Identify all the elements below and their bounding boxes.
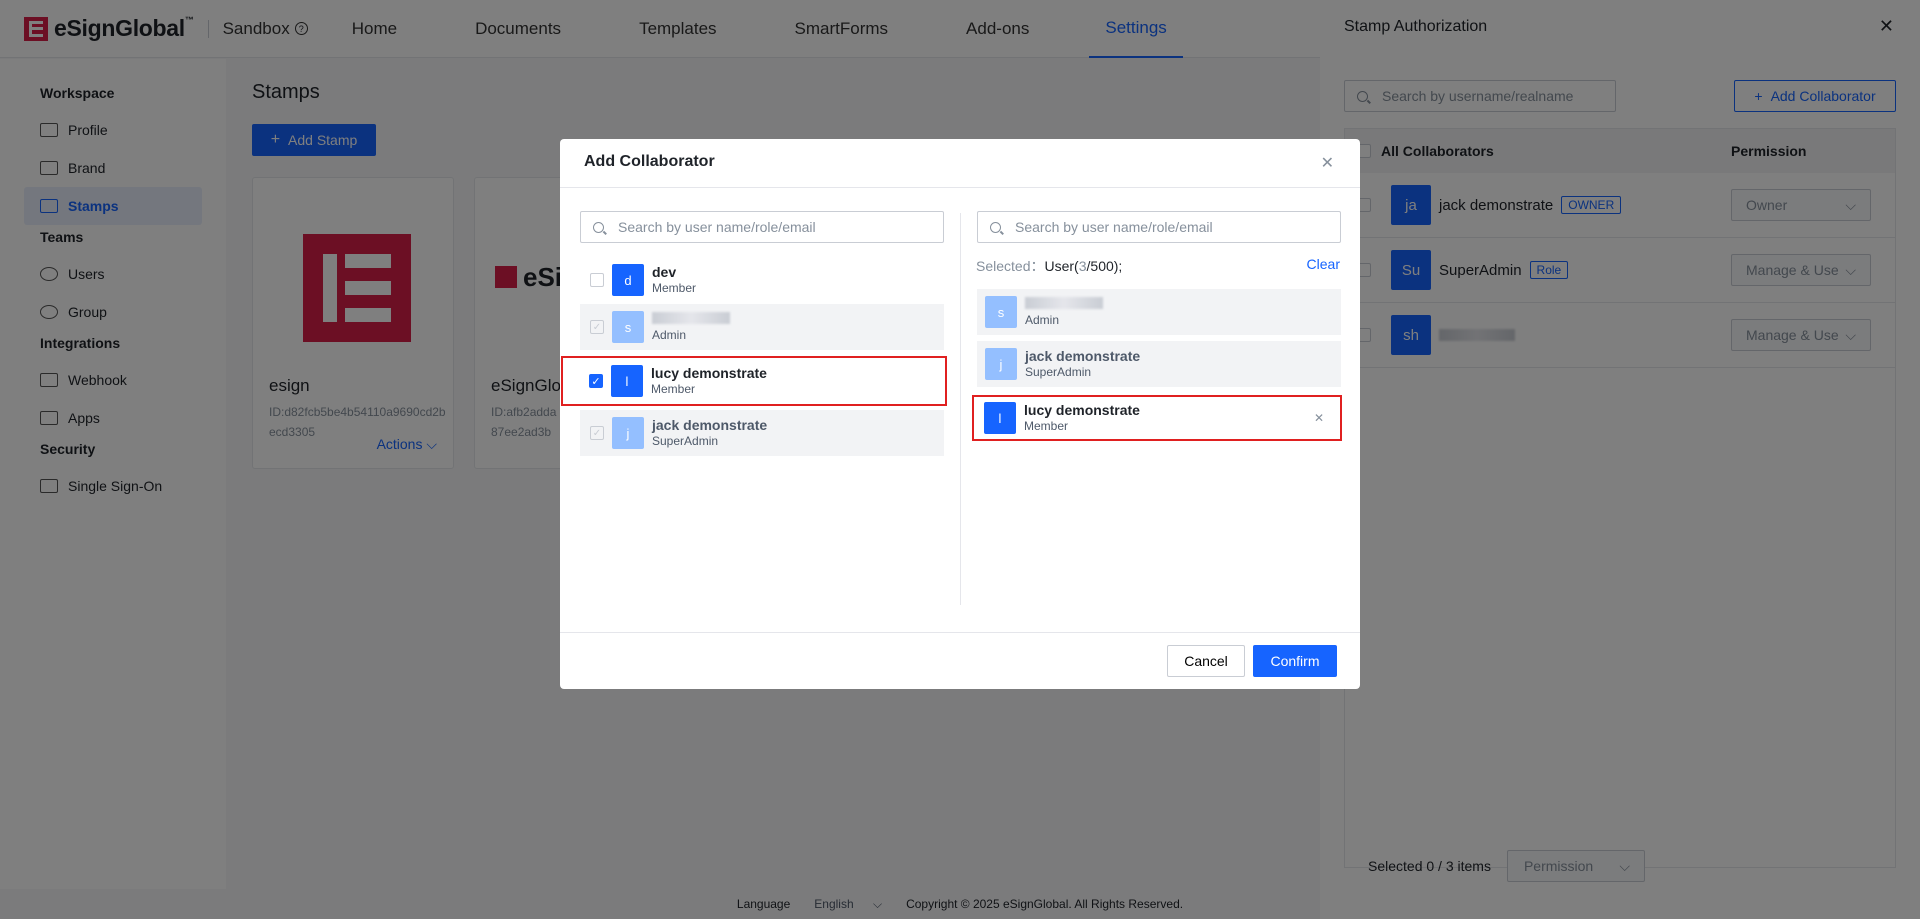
user-name: jack demonstrate (1025, 348, 1141, 364)
avatar: l (984, 402, 1016, 434)
avatar: j (612, 417, 644, 449)
avatar: l (611, 365, 643, 397)
search-icon (593, 221, 604, 233)
user-role: Member (651, 382, 696, 396)
user-list-item-selected[interactable]: ✓ l lucy demonstrate Member (561, 356, 947, 406)
user-list-item[interactable]: d dev Member (580, 257, 944, 303)
close-icon[interactable]: ✕ (1321, 153, 1334, 173)
selected-count: Selected：User(3/500); (976, 258, 1123, 274)
add-collaborator-modal: Add Collaborator ✕ Search by user name/r… (560, 139, 1360, 689)
cancel-button[interactable]: Cancel (1167, 645, 1245, 677)
user-role: SuperAdmin (652, 434, 719, 448)
user-role: SuperAdmin (1025, 365, 1092, 379)
disabled-checkbox: ✓ (590, 426, 604, 440)
selected-user-item: j jack demonstrate SuperAdmin (977, 341, 1341, 387)
selected-user-item-new: l lucy demonstrate Member ✕ (972, 395, 1342, 441)
selected-user-item: s Admin (977, 289, 1341, 335)
clear-button[interactable]: Clear (1307, 256, 1340, 272)
user-name: lucy demonstrate (651, 365, 767, 381)
user-list-item: ✓ s Admin (580, 304, 944, 350)
user-name: dev (652, 264, 677, 280)
divider (560, 187, 1360, 188)
user-role: Member (1024, 419, 1069, 433)
divider (960, 213, 961, 605)
remove-icon[interactable]: ✕ (1314, 411, 1324, 425)
divider (560, 632, 1360, 633)
user-name-redacted (1025, 296, 1103, 312)
avatar: j (985, 348, 1017, 380)
search-icon (990, 221, 1001, 233)
disabled-checkbox: ✓ (590, 320, 604, 334)
user-role: Admin (652, 328, 687, 342)
user-search-input[interactable]: Search by user name/role/email (580, 211, 944, 243)
avatar: s (985, 296, 1017, 328)
checkbox-checked[interactable]: ✓ (589, 374, 603, 388)
confirm-button[interactable]: Confirm (1253, 645, 1337, 677)
avatar: d (612, 264, 644, 296)
user-checkbox[interactable] (590, 273, 604, 287)
user-role: Member (652, 281, 697, 295)
modal-title: Add Collaborator (584, 153, 715, 170)
user-name: lucy demonstrate (1024, 402, 1140, 418)
avatar: s (612, 311, 644, 343)
user-list-item: ✓ j jack demonstrate SuperAdmin (580, 410, 944, 456)
selected-search-input[interactable]: Search by user name/role/email (977, 211, 1341, 243)
user-name-redacted (652, 311, 730, 327)
user-role: Admin (1025, 313, 1060, 327)
user-name: jack demonstrate (652, 417, 768, 433)
